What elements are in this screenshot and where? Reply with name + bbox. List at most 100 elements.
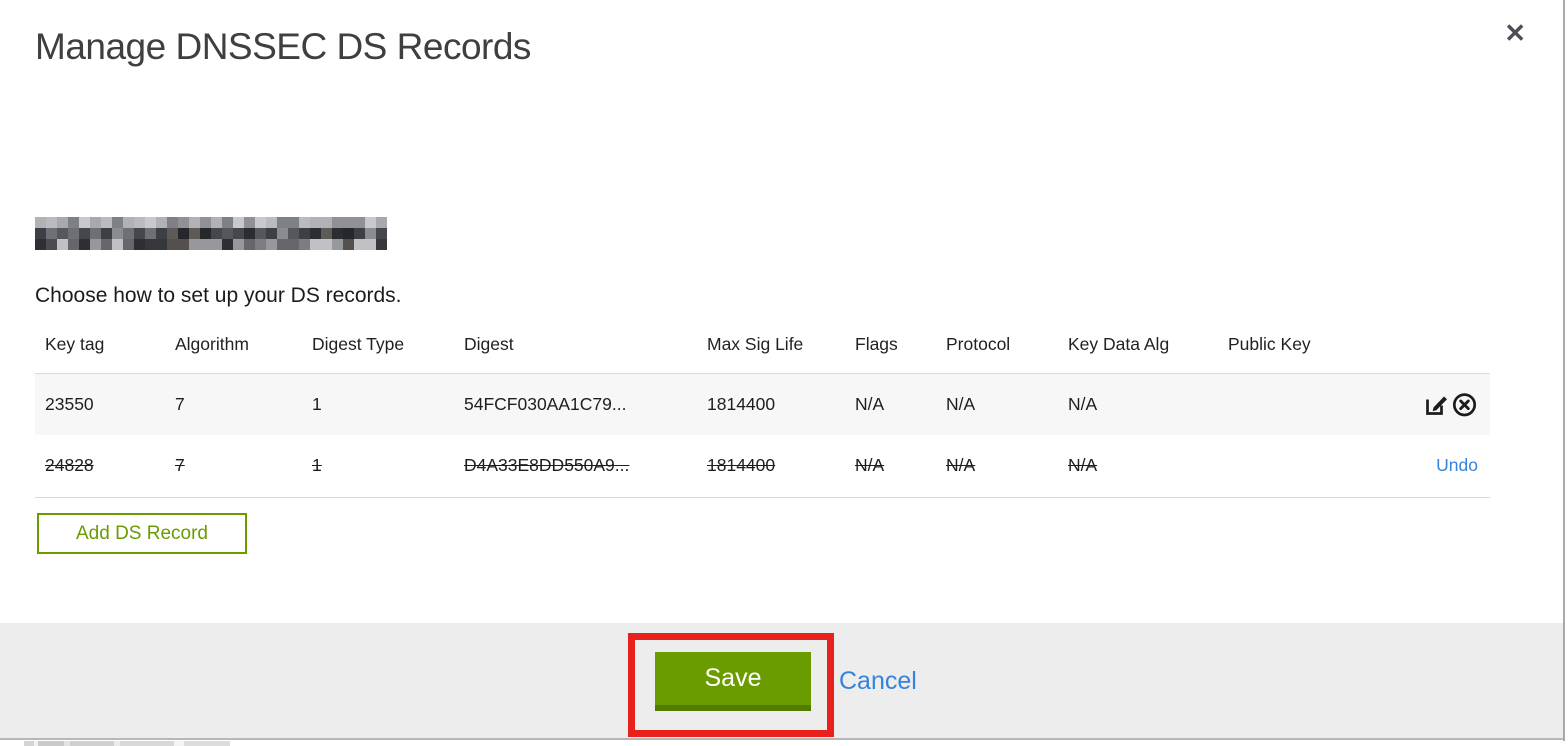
redaction-pixel [145,239,156,250]
redaction-pixel [189,239,200,250]
redaction-pixel [189,228,200,239]
redaction-pixel [233,228,244,239]
redaction-pixel [376,239,387,250]
redaction-pixel [35,239,46,250]
redaction-pixel [112,239,123,250]
redaction-pixel [310,239,321,250]
add-ds-record-button[interactable]: Add DS Record [37,513,247,554]
redaction-pixel [299,217,310,228]
column-header-algorithm: Algorithm [175,334,249,355]
redaction-pixel [277,217,288,228]
redaction-pixel [35,228,46,239]
close-icon[interactable]: ✕ [1504,20,1526,46]
redaction-pixel [266,239,277,250]
dialog-right-border [1563,0,1565,741]
redaction-pixel [134,239,145,250]
redaction-pixel [365,239,376,250]
redaction-pixel [233,217,244,228]
redaction-pixel [332,239,343,250]
redaction-pixel [211,228,222,239]
redaction-pixel [354,239,365,250]
background-page-remnant [24,741,714,746]
redaction-pixel [200,239,211,250]
redaction-pixel [365,217,376,228]
redaction-pixel [68,217,79,228]
redaction-pixel [200,217,211,228]
redaction-pixel [123,228,134,239]
undo-link[interactable]: Undo [1436,455,1478,475]
redaction-pixel [134,228,145,239]
redaction-pixel [123,217,134,228]
redaction-pixel [299,239,310,250]
redaction-pixel [178,228,189,239]
ds-records-table: Key tag Algorithm Digest Type Digest Max… [35,323,1490,498]
redaction-pixel [46,228,57,239]
cell-digest: D4A33E8DD550A9... [464,455,630,476]
redaction-pixel [156,217,167,228]
redaction-pixel [189,217,200,228]
redaction-pixel [46,239,57,250]
redaction-pixel [233,239,244,250]
cell-digest: 54FCF030AA1C79... [464,393,627,414]
redaction-pixel [35,217,46,228]
redaction-pixel [211,239,222,250]
redaction-pixel [57,228,68,239]
redaction-pixel [134,217,145,228]
cell-flags: N/A [855,455,885,476]
redaction-pixel [68,239,79,250]
cell-flags: N/A [855,393,885,414]
redaction-pixel [90,217,101,228]
redaction-pixel [321,228,332,239]
cell-algorithm: 7 [175,393,185,414]
redaction-pixel [310,217,321,228]
redaction-pixel [332,228,343,239]
redaction-pixel [90,228,101,239]
redaction-pixel [57,217,68,228]
redaction-pixel [46,217,57,228]
redaction-pixel [101,217,112,228]
redaction-pixel [79,228,90,239]
redaction-pixel [222,239,233,250]
redaction-pixel [145,228,156,239]
manage-dnssec-dialog: Manage DNSSEC DS Records ✕ Choose how to… [0,0,1568,746]
redaction-pixel [343,239,354,250]
redaction-pixel [222,217,233,228]
table-row-active: 23550 7 1 54FCF030AA1C79... 1814400 N/A … [35,372,1490,435]
redaction-pixel [79,217,90,228]
cell-key-tag: 24828 [45,455,94,476]
redaction-pixel [255,217,266,228]
redaction-pixel [57,239,68,250]
column-header-digest-type: Digest Type [312,334,405,355]
cell-digest-type: 1 [312,455,322,476]
redaction-pixel [332,217,343,228]
table-header-row: Key tag Algorithm Digest Type Digest Max… [35,323,1490,373]
column-header-flags: Flags [855,334,898,355]
redaction-pixel [211,217,222,228]
redaction-pixel [123,239,134,250]
redaction-pixel [101,239,112,250]
cancel-link[interactable]: Cancel [839,667,917,696]
redaction-pixel [200,228,211,239]
save-button[interactable]: Save [655,652,811,711]
redaction-pixel [288,228,299,239]
redaction-pixel [343,217,354,228]
redaction-pixel [321,217,332,228]
redaction-pixel [244,217,255,228]
redaction-pixel [167,239,178,250]
redaction-pixel [79,239,90,250]
redaction-pixel [266,217,277,228]
redaction-pixel [112,228,123,239]
cell-key-tag: 23550 [45,393,94,414]
cell-protocol: N/A [946,455,976,476]
redaction-pixel [68,228,79,239]
delete-record-icon[interactable] [1451,391,1478,418]
edit-record-icon[interactable] [1423,391,1450,418]
redaction-pixel [376,228,387,239]
redaction-pixel [288,239,299,250]
redaction-pixel [299,228,310,239]
redaction-pixel [90,239,101,250]
redaction-pixel [156,239,167,250]
column-header-key-data-alg: Key Data Alg [1068,334,1170,355]
redaction-pixel [365,228,376,239]
column-header-max-sig-life: Max Sig Life [707,334,804,355]
